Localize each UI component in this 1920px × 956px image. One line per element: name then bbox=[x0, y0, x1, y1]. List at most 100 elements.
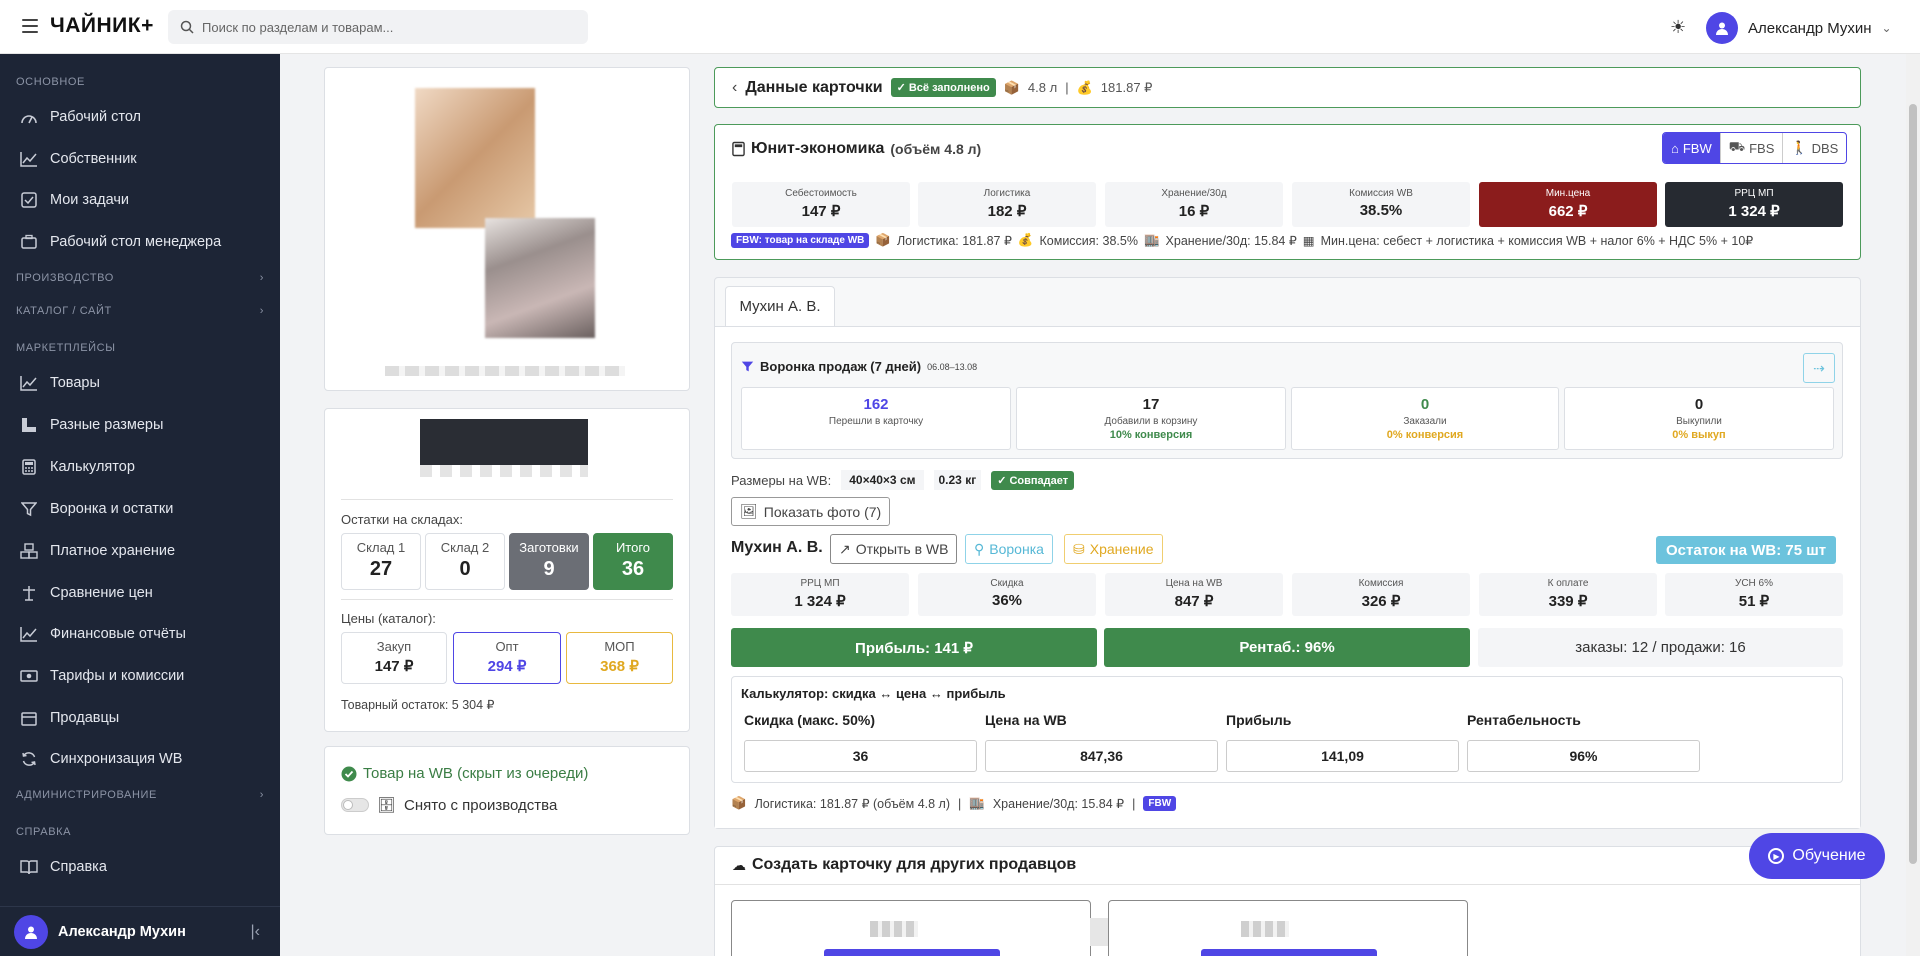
unit-info-line: FBW: товар на складе WB 📦 Логистика: 181.… bbox=[731, 233, 1753, 248]
fbw-badge-small: FBW bbox=[1143, 796, 1177, 811]
user-menu[interactable]: Александр Мухин ⌄ bbox=[1706, 12, 1892, 44]
calculator-icon bbox=[732, 141, 745, 157]
seller-name: Мухин А. В. bbox=[731, 539, 823, 556]
avatar[interactable] bbox=[14, 914, 48, 949]
sidebar-item-help[interactable]: Справка bbox=[20, 858, 107, 876]
external-link-icon: ↗ bbox=[839, 540, 851, 557]
stock-blanks: Заготовки 9 bbox=[509, 533, 589, 590]
sidebar-item-calculator[interactable]: Калькулятор bbox=[20, 458, 135, 476]
section-main: ОСНОВНОЕ bbox=[16, 76, 85, 88]
app-logo[interactable]: ЧАЙНИК+ bbox=[50, 14, 154, 38]
chevron-right-icon: › bbox=[259, 272, 264, 284]
card-header-content: ‹ Данные карточки ✓ Всё заполнено 📦 4.8 л… bbox=[732, 78, 1153, 97]
boxes-icon: ⛁ bbox=[1073, 540, 1085, 557]
wb-rest-badge: Остаток на WB: 75 шт bbox=[1656, 536, 1837, 564]
price-purchase: Закуп 147 ₽ bbox=[341, 632, 447, 684]
menu-icon[interactable] bbox=[22, 19, 38, 33]
storage-button[interactable]: ⛁ Хранение bbox=[1064, 534, 1163, 564]
stock-warehouse-2: Склад 20 bbox=[425, 533, 505, 590]
tab-fbs[interactable]: ⛟ FBS bbox=[1719, 133, 1783, 163]
sidebar-item-sellers[interactable]: Продавцы bbox=[20, 709, 119, 727]
search-box[interactable] bbox=[168, 10, 588, 44]
calc-price-input[interactable] bbox=[985, 740, 1218, 772]
sidebar-item-desktop[interactable]: Рабочий стол bbox=[20, 108, 141, 126]
section-production[interactable]: ПРОИЗВОДСТВО › bbox=[16, 272, 264, 284]
calculator-icon bbox=[20, 458, 38, 476]
sync-icon bbox=[20, 750, 38, 768]
sidebar-item-sync[interactable]: Синхронизация WB bbox=[20, 750, 182, 768]
footer-user-name: Александр Мухин bbox=[58, 923, 186, 940]
status-card bbox=[324, 746, 690, 835]
sidebar-item-tasks[interactable]: Мои задачи bbox=[20, 191, 129, 209]
open-wb-button[interactable]: ↗ Открыть в WB bbox=[830, 534, 958, 564]
search-icon bbox=[180, 20, 194, 34]
create-target-card-2[interactable] bbox=[1108, 900, 1468, 956]
tutorial-button[interactable]: ▶ Обучение bbox=[1749, 833, 1885, 879]
sidebar-footer: Александр Мухин |‹ bbox=[0, 906, 280, 956]
sidebar-item-goods[interactable]: Товары bbox=[20, 374, 100, 392]
seller-logo-pixelated bbox=[1241, 921, 1289, 937]
section-catalog[interactable]: КАТАЛОГ / САЙТ › bbox=[16, 305, 264, 317]
abacus-icon: ▦ bbox=[1302, 234, 1315, 248]
collapse-sidebar-icon[interactable]: |‹ bbox=[251, 923, 260, 941]
user-name: Александр Мухин bbox=[1748, 19, 1872, 37]
barcode-image bbox=[420, 419, 588, 465]
theme-toggle-icon[interactable]: ☀ bbox=[1670, 17, 1686, 38]
warehouse-icon: 🏬 bbox=[969, 796, 985, 810]
back-chevron-icon[interactable]: ‹ bbox=[732, 79, 737, 97]
checkbox-icon bbox=[20, 191, 38, 209]
walk-icon: 🚶 bbox=[1791, 140, 1808, 155]
sidebar-item-owner[interactable]: Собственник bbox=[20, 150, 137, 168]
removed-toggle-row: 🗄 Снято с производства bbox=[341, 796, 557, 814]
money-icon bbox=[20, 667, 38, 685]
section-marketplaces: МАРКЕТПЛЕЙСЫ bbox=[16, 342, 116, 354]
filter-icon bbox=[20, 500, 38, 518]
calc-discount-input[interactable] bbox=[744, 740, 977, 772]
tab-seller[interactable]: Мухин А. В. bbox=[725, 286, 835, 326]
image-icon: 🖼 bbox=[740, 503, 758, 519]
chart-line-icon bbox=[20, 150, 38, 168]
sidebar-item-price-compare[interactable]: Сравнение цен bbox=[20, 584, 153, 602]
tab-dbs[interactable]: 🚶 DBS bbox=[1782, 133, 1846, 163]
chart-line-icon bbox=[20, 374, 38, 392]
removed-toggle[interactable] bbox=[341, 798, 369, 812]
funnel-open-button[interactable]: ⇢ bbox=[1803, 353, 1835, 383]
product-image[interactable] bbox=[415, 88, 605, 348]
ruler-icon bbox=[20, 416, 38, 434]
search-input[interactable] bbox=[202, 19, 562, 35]
calc-rent-input[interactable] bbox=[1467, 740, 1700, 772]
sizes-row: Размеры на WB: 40×40×3 см 0.23 кг ✓ Совп… bbox=[731, 470, 1075, 490]
boxes-icon bbox=[20, 542, 38, 560]
seller-logo-pixelated bbox=[870, 921, 918, 937]
funnel-cart: 17 Добавили в корзину 10% конверсия bbox=[1016, 387, 1286, 450]
metric-commission-rub: Комиссия 326 ₽ bbox=[1292, 573, 1470, 616]
funnel-clicks: 162 Перешли в карточку bbox=[741, 387, 1011, 450]
product-image-card bbox=[324, 67, 690, 391]
funnel-button[interactable]: ⚲ Воронка bbox=[965, 534, 1053, 564]
chevron-right-icon: › bbox=[259, 789, 264, 801]
metric-min-price: Мин.цена 662 ₽ bbox=[1479, 182, 1657, 227]
sidebar-item-paid-storage[interactable]: Платное хранение bbox=[20, 542, 175, 560]
section-admin[interactable]: АДМИНИСТРИРОВАНИЕ › bbox=[16, 789, 264, 801]
book-icon bbox=[20, 858, 38, 876]
sidebar-item-funnel[interactable]: Воронка и остатки bbox=[20, 500, 173, 518]
sidebar-item-finance[interactable]: Финансовые отчёты bbox=[20, 625, 186, 643]
calc-label-rent: Рентабельность bbox=[1467, 712, 1581, 728]
prices-title: Цены (каталог): bbox=[341, 611, 436, 626]
create-target-card-1[interactable] bbox=[731, 900, 1091, 956]
calc-profit-input[interactable] bbox=[1226, 740, 1459, 772]
tab-fbw[interactable]: ⌂ FBW bbox=[1663, 133, 1720, 163]
filter-icon: ⚲ bbox=[974, 540, 985, 557]
money-bag-icon: 💰 bbox=[1017, 233, 1034, 247]
page-scrollbar[interactable] bbox=[1906, 54, 1920, 956]
create-title-row: ☁ Создать карточку для других продавцов bbox=[732, 856, 1077, 873]
sidebar-item-sizes[interactable]: Разные размеры bbox=[20, 416, 163, 434]
sidebar-item-tariffs[interactable]: Тарифы и комиссии bbox=[20, 667, 184, 685]
goods-rest: Товарный остаток: 5 304 ₽ bbox=[341, 698, 495, 712]
stock-title: Остатки на складах: bbox=[341, 512, 463, 527]
show-photo-button[interactable]: 🖼 Показать фото (7) bbox=[731, 497, 891, 526]
match-badge: ✓ Совпадает bbox=[991, 470, 1075, 490]
sidebar: ОСНОВНОЕ Рабочий стол Собственник Мои за… bbox=[0, 54, 280, 956]
sidebar-item-manager-desktop[interactable]: Рабочий стол менеджера bbox=[20, 233, 221, 251]
top-bar: ЧАЙНИК+ ☀ Александр Мухин ⌄ bbox=[0, 0, 1920, 54]
